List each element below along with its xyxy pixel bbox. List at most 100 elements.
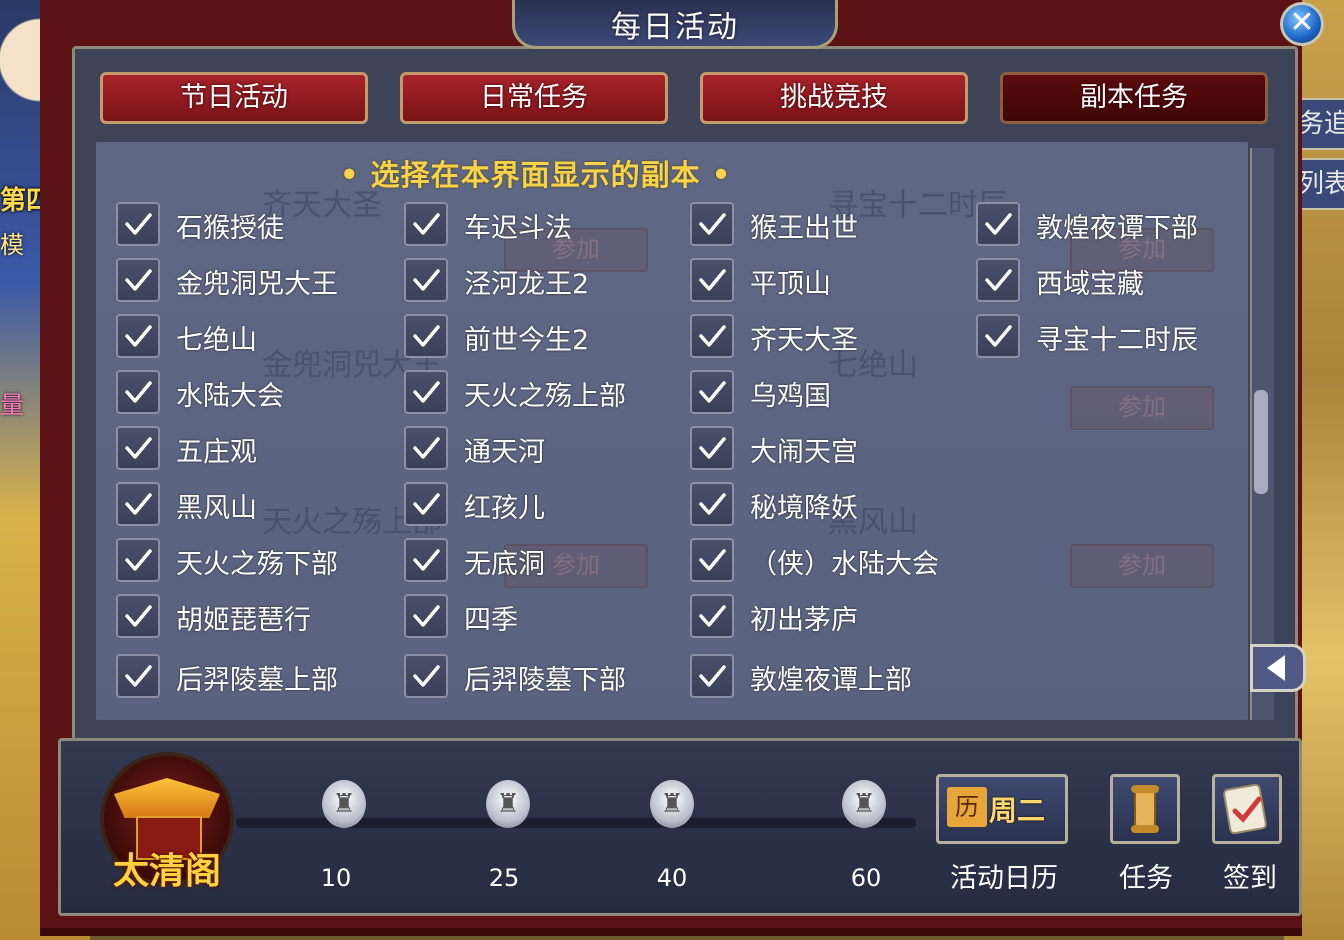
reward-chest-40[interactable]: ♜: [642, 772, 702, 836]
checkbox[interactable]: [116, 426, 160, 470]
dungeon-option-label: 胡姬琵琶行: [176, 605, 311, 636]
reward-chest-icon: ♜: [842, 780, 886, 828]
checkbox[interactable]: [116, 594, 160, 638]
calendar-weekday: 周二: [989, 794, 1046, 827]
dungeon-option-label: 猴王出世: [750, 213, 858, 244]
window-title: 每日活动: [611, 10, 739, 45]
reward-chest-icon: ♜: [650, 780, 694, 828]
tab-festival[interactable]: 节日活动: [100, 72, 368, 124]
checkbox[interactable]: [404, 202, 448, 246]
checkbox[interactable]: [976, 202, 1020, 246]
dungeon-option-label: （侠）水陆大会: [750, 549, 939, 580]
ghost-join-button: 参加: [1070, 544, 1214, 588]
checkbox[interactable]: [116, 202, 160, 246]
dungeon-option-label: 车迟斗法: [464, 213, 572, 244]
scene-left-text: 模: [0, 231, 24, 259]
dungeon-option-label: 初出茅庐: [750, 605, 858, 636]
side-tab-list[interactable]: 列表: [1296, 158, 1344, 210]
reward-chest-60[interactable]: ♜: [834, 772, 894, 836]
checkbox[interactable]: [976, 314, 1020, 358]
checkbox[interactable]: [404, 426, 448, 470]
milestone-points: 40: [656, 864, 688, 892]
checkmark-icon: [699, 381, 726, 403]
ghost-join-button: 参加: [1070, 386, 1214, 430]
dungeon-option-label: 天火之殇上部: [464, 381, 626, 412]
checkmark-icon: [413, 549, 440, 571]
dungeon-option-label: 黑风山: [176, 493, 257, 524]
checkbox[interactable]: [404, 654, 448, 698]
dungeon-option-label: 无底洞: [464, 549, 545, 580]
checkbox[interactable]: [116, 314, 160, 358]
dungeon-option-label: 水陆大会: [176, 381, 284, 412]
checkbox[interactable]: [690, 370, 734, 414]
task-button[interactable]: [1110, 774, 1180, 844]
checkmark-icon: [699, 437, 726, 459]
checkmark-icon: [413, 269, 440, 291]
checkbox[interactable]: [404, 594, 448, 638]
checkbox[interactable]: [404, 482, 448, 526]
reward-chest-icon: ♜: [486, 780, 530, 828]
checkbox[interactable]: [404, 538, 448, 582]
checkbox[interactable]: [690, 202, 734, 246]
dungeon-option-label: 后羿陵墓上部: [176, 665, 338, 696]
checkmark-icon: [413, 493, 440, 515]
checkmark-icon: [125, 437, 152, 459]
collapse-panel-button[interactable]: [1250, 644, 1306, 692]
reward-chest-25[interactable]: ♜: [478, 772, 538, 836]
signin-check-icon: [1223, 783, 1267, 835]
checkbox[interactable]: [690, 426, 734, 470]
checkmark-icon: [985, 269, 1012, 291]
checkmark-icon: [125, 549, 152, 571]
checkmark-icon: [413, 213, 440, 235]
tab-dungeon[interactable]: 副本任务: [1000, 72, 1268, 124]
checkbox[interactable]: [116, 370, 160, 414]
dungeon-option-label: 秘境降妖: [750, 493, 858, 524]
scrollbar-thumb[interactable]: [1254, 390, 1268, 494]
checkmark-icon: [699, 605, 726, 627]
activity-calendar-button[interactable]: 历 周二: [936, 774, 1068, 844]
dungeon-option-label: 乌鸡国: [750, 381, 831, 412]
checkbox[interactable]: [690, 314, 734, 358]
checkmark-icon: [413, 605, 440, 627]
reward-chest-10[interactable]: ♜: [314, 772, 374, 836]
dungeon-option-label: 五庄观: [176, 437, 257, 468]
checkbox[interactable]: [690, 654, 734, 698]
milestone-points: 25: [488, 864, 520, 892]
checkmark-icon: [699, 493, 726, 515]
dungeon-option-label: 寻宝十二时辰: [1036, 325, 1198, 356]
tab-challenge[interactable]: 挑战竞技: [700, 72, 968, 124]
checkbox[interactable]: [690, 482, 734, 526]
checkbox[interactable]: [404, 314, 448, 358]
checkbox[interactable]: [404, 258, 448, 302]
checkmark-icon: [699, 325, 726, 347]
signin-label: 签到: [1223, 863, 1277, 894]
checkbox[interactable]: [116, 654, 160, 698]
scene-left-text: 量: [0, 391, 24, 419]
calendar-label: 活动日历: [950, 863, 1058, 894]
dungeon-option-label: 红孩儿: [464, 493, 545, 524]
checkbox[interactable]: [690, 538, 734, 582]
signin-button[interactable]: [1212, 774, 1282, 844]
checkmark-icon: [125, 213, 152, 235]
milestone-points: 60: [850, 864, 882, 892]
dungeon-option-label: 大闹天宫: [750, 437, 858, 468]
checkbox[interactable]: [976, 258, 1020, 302]
checkbox[interactable]: [116, 482, 160, 526]
tab-daily-task[interactable]: 日常任务: [400, 72, 668, 124]
checkbox[interactable]: [690, 258, 734, 302]
calendar-icon: 历: [947, 787, 987, 827]
checkmark-icon: [699, 665, 726, 687]
checkmark-icon: [413, 381, 440, 403]
checkmark-icon: [125, 381, 152, 403]
checkbox[interactable]: [116, 258, 160, 302]
checkmark-icon: [699, 549, 726, 571]
checkbox[interactable]: [404, 370, 448, 414]
dungeon-option-label: 平顶山: [750, 269, 831, 300]
dungeon-option-label: 后羿陵墓下部: [464, 665, 626, 696]
close-button[interactable]: ✕: [1280, 2, 1324, 46]
dungeon-option-label: 四季: [464, 605, 518, 636]
dungeon-option-label: 天火之殇下部: [176, 549, 338, 580]
checkbox[interactable]: [116, 538, 160, 582]
checkbox[interactable]: [690, 594, 734, 638]
side-tab-quest-track[interactable]: 务追: [1296, 98, 1344, 150]
